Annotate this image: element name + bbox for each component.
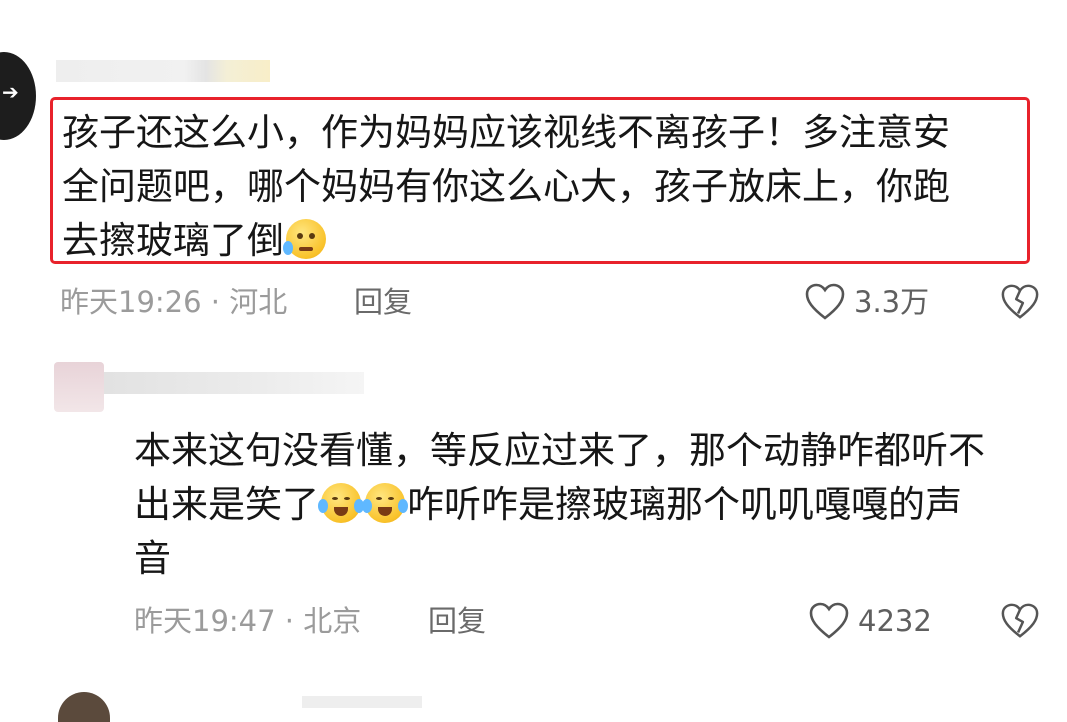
like-button[interactable] <box>808 601 850 641</box>
tears-of-joy-icon <box>362 483 408 523</box>
comment-line: 音 <box>134 537 171 580</box>
comment-line: 去擦玻璃了倒 <box>62 214 950 268</box>
avatar[interactable]: ➔ <box>0 52 36 140</box>
comment-line: 全问题吧，哪个妈妈有你这么心大，孩子放床上，你跑 <box>62 165 950 208</box>
comment-meta: 昨天19:26 · 河北 <box>60 285 288 319</box>
username-obscured[interactable] <box>104 372 364 394</box>
comment-line: 本来这句没看懂，等反应过来了，那个动静咋都听不 <box>134 429 985 472</box>
comment-line: 孩子还这么小，作为妈妈应该视线不离孩子！多注意安 <box>62 111 950 154</box>
like-count: 4232 <box>858 604 932 638</box>
reply-button[interactable]: 回复 <box>428 603 486 639</box>
broken-heart-icon <box>1001 284 1039 319</box>
comment-text: 孩子还这么小，作为妈妈应该视线不离孩子！多注意安 全问题吧，哪个妈妈有你这么心大… <box>62 106 950 268</box>
reply-button[interactable]: 回复 <box>354 284 412 320</box>
dislike-button[interactable] <box>1000 601 1040 641</box>
comment-text: 本来这句没看懂，等反应过来了，那个动静咋都听不 出来是笑了 咋听咋是擦玻璃那个叽叽… <box>134 424 985 586</box>
heart-icon <box>805 283 845 320</box>
like-count: 3.3万 <box>854 285 930 319</box>
pleading-face-icon <box>283 219 326 259</box>
tears-of-joy-icon <box>318 483 364 523</box>
username-obscured[interactable] <box>56 60 270 82</box>
avatar[interactable] <box>54 362 104 412</box>
like-button[interactable] <box>804 282 846 322</box>
broken-heart-icon <box>1001 603 1039 638</box>
comment-line: 出来是笑了 咋听咋是擦玻璃那个叽叽嘎嘎的声 <box>134 483 962 526</box>
username-obscured[interactable] <box>302 696 422 708</box>
avatar[interactable] <box>58 692 110 722</box>
comment-meta: 昨天19:47 · 北京 <box>134 604 362 638</box>
dislike-button[interactable] <box>1000 282 1040 322</box>
heart-icon <box>809 602 849 639</box>
arrow-icon: ➔ <box>2 80 19 104</box>
